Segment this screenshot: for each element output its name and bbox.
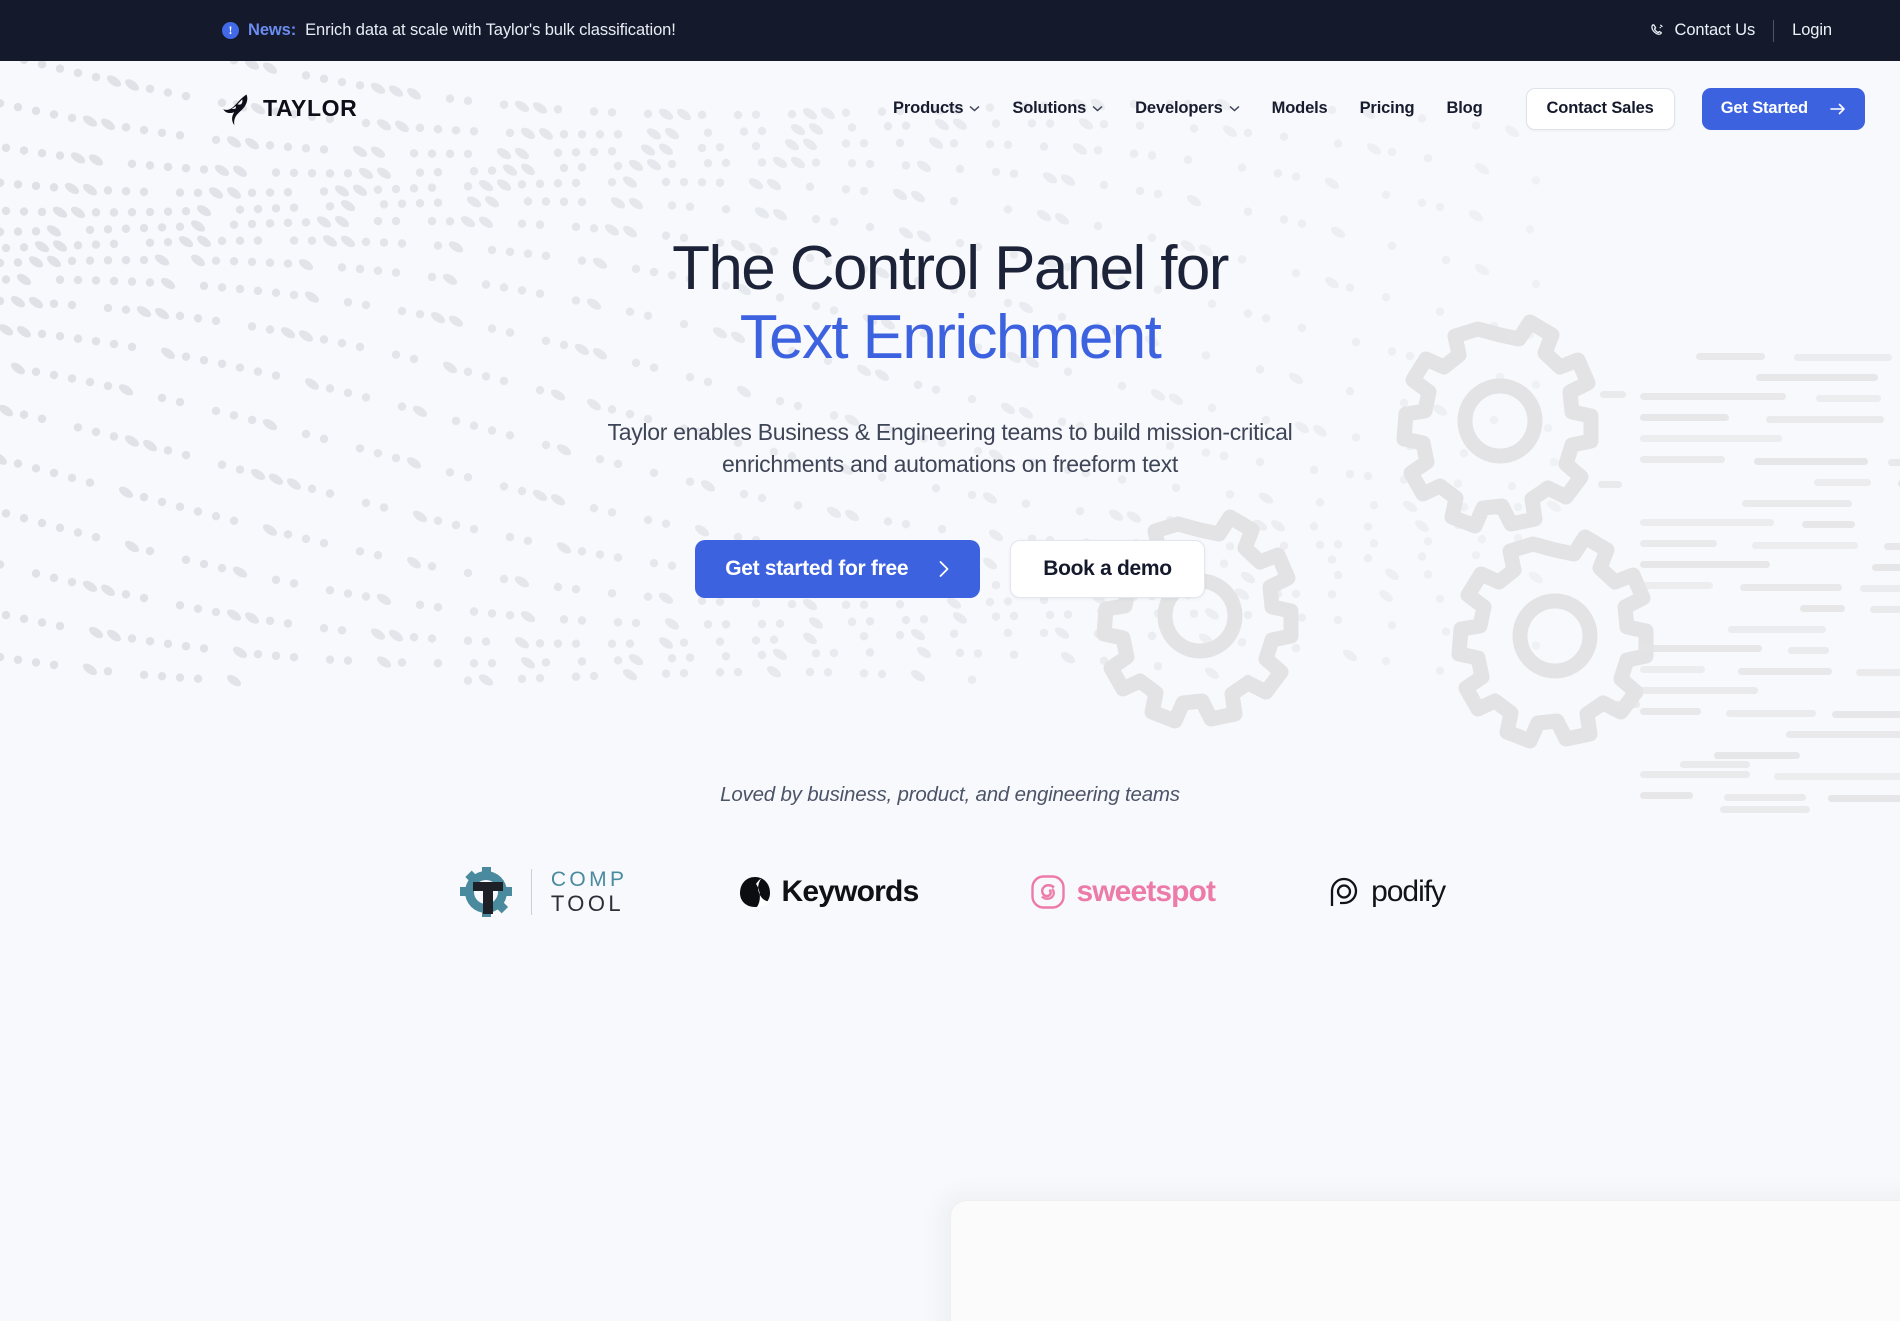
main-navbar: TAYLOR Products Solutions Developers Mod… [0,61,1900,156]
spiral-icon [1031,875,1066,910]
pebble-icon [740,877,771,908]
chevron-down-icon [1229,105,1240,112]
logo-podify: podify [1327,865,1446,919]
customer-logo-row: COMP TOOL Keywords sweetspot podify [0,865,1900,919]
logo-sweetspot: sweetspot [1030,865,1216,919]
brand-logo[interactable]: TAYLOR [222,92,357,126]
hero-title: The Control Panel for Text Enrichment [0,234,1900,373]
announcement-actions: Contact Us Login [1649,19,1841,42]
social-proof-section: Loved by business, product, and engineer… [0,783,1900,919]
brand-name: TAYLOR [263,95,358,121]
nav-item-developers[interactable]: Developers [1135,99,1240,118]
comp-tool-line1: COMP [550,868,628,892]
login-link[interactable]: Login [1792,21,1832,40]
divider [1773,19,1775,42]
info-icon: ! [222,22,239,39]
nav-links: Products Solutions Developers Models Pri… [893,99,1483,118]
hero-subtitle: Taylor enables Business & Engineering te… [607,418,1293,477]
get-started-free-label: Get started for free [725,557,909,581]
arrow-right-icon [1830,103,1845,114]
phone-icon [1650,24,1663,35]
preview-card-peek[interactable] [950,1200,1900,1321]
nav-item-label: Products [893,99,964,117]
social-proof-caption: Loved by business, product, and engineer… [720,783,1180,807]
nav-item-pricing[interactable]: Pricing [1360,99,1415,118]
announcement-text: Enrich data at scale with Taylor's bulk … [305,21,676,39]
sweetspot-wordmark: sweetspot [1076,875,1216,909]
chevron-down-icon [969,105,980,112]
keywords-wordmark: Keywords [781,875,919,909]
nav-actions: Contact Sales Get Started [1525,87,1865,130]
hero-title-line2: Text Enrichment [739,303,1162,373]
nav-item-label: Solutions [1012,99,1087,117]
hero-title-line1: The Control Panel for [672,234,1229,303]
dolphin-logo-icon [223,94,248,125]
nav-item-label: Developers [1135,99,1223,117]
logo-comp-tool: COMP TOOL [455,865,628,919]
gear-t-icon [459,867,512,918]
book-demo-button[interactable]: Book a demo [1010,540,1205,599]
podify-wordmark: podify [1371,875,1446,909]
nav-item-label: Pricing [1359,99,1415,117]
contact-sales-button[interactable]: Contact Sales [1525,87,1675,130]
nav-item-label: Models [1271,99,1328,117]
get-started-free-button[interactable]: Get started for free [695,540,981,599]
nav-item-solutions[interactable]: Solutions [1012,99,1103,118]
comp-tool-wordmark: COMP TOOL [550,868,628,916]
logo-divider [530,869,532,916]
announcement-message[interactable]: ! News: Enrich data at scale with Taylor… [222,21,676,40]
nav-item-models[interactable]: Models [1272,99,1328,118]
get-started-button[interactable]: Get Started [1701,87,1865,130]
circle-p-icon [1330,878,1358,907]
nav-item-products[interactable]: Products [893,99,980,118]
contact-us-label: Contact Us [1674,21,1756,39]
get-started-label: Get Started [1720,99,1808,117]
nav-item-label: Blog [1446,99,1483,117]
announcement-bar: ! News: Enrich data at scale with Taylor… [0,0,1900,61]
nav-item-blog[interactable]: Blog [1446,99,1482,118]
contact-us-link[interactable]: Contact Us [1649,21,1756,40]
chevron-right-icon [939,561,949,578]
logo-keywords: Keywords [739,865,919,919]
chevron-down-icon [1092,105,1103,112]
hero-cta-group: Get started for free Book a demo [0,540,1900,599]
announcement-label: News: [248,21,297,39]
comp-tool-line2: TOOL [550,890,624,916]
hero-section: The Control Panel for Text Enrichment Ta… [0,156,1900,599]
